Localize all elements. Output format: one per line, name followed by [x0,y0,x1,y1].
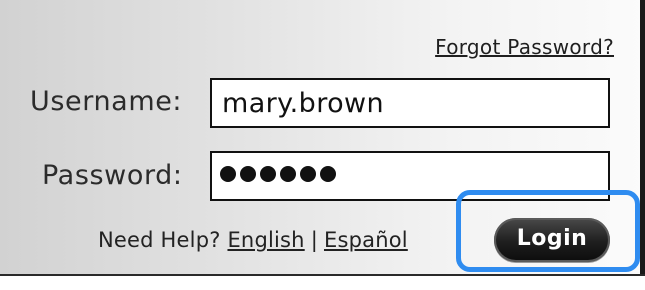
panel-right-border [640,0,645,290]
help-separator: | [310,228,318,252]
password-mask-dot [240,166,256,182]
page-background [0,276,645,290]
help-line: Need Help? English | Español [98,228,408,252]
login-button[interactable]: Login [494,218,610,262]
password-label: Password: [42,160,183,191]
help-espanol-link[interactable]: Español [324,228,408,252]
password-mask-dot [220,166,236,182]
password-mask-dot [320,166,336,182]
password-mask [220,164,336,184]
help-english-link[interactable]: English [227,228,304,252]
password-mask-dot [280,166,296,182]
password-mask-dot [300,166,316,182]
username-field[interactable]: mary.brown [210,78,610,128]
password-mask-dot [260,166,276,182]
username-label: Username: [30,86,183,117]
forgot-password-link[interactable]: Forgot Password? [435,35,614,59]
help-prefix: Need Help? [98,228,221,252]
